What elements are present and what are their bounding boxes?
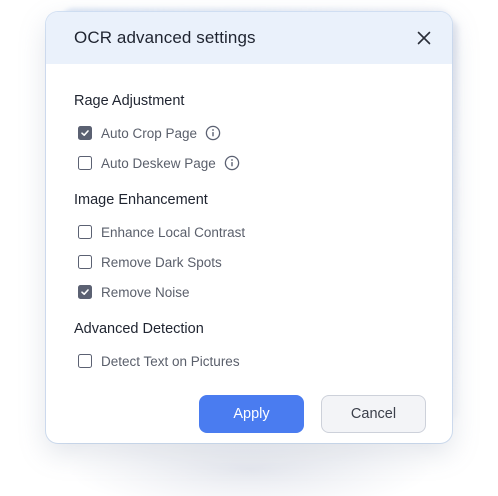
- section-rage-adjustment: Rage Adjustment Auto Crop Page Auto Desk…: [74, 92, 452, 178]
- dialog-title: OCR advanced settings: [74, 28, 256, 47]
- ocr-settings-dialog: OCR advanced settings Rage Adjustment Au: [46, 12, 452, 443]
- stage: OCR advanced settings Rage Adjustment Au: [0, 0, 498, 496]
- remove-dark-spots-checkbox[interactable]: [78, 255, 92, 269]
- section-title: Advanced Detection: [74, 321, 204, 337]
- section-image-enhancement: Image Enhancement Enhance Local Contrast…: [74, 191, 452, 307]
- remove-noise-checkbox[interactable]: [78, 285, 92, 299]
- dialog-footer: Apply Cancel: [199, 395, 426, 433]
- auto-deskew-page-checkbox[interactable]: [78, 156, 92, 170]
- option-label: Enhance Local Contrast: [101, 224, 246, 240]
- cancel-button[interactable]: Cancel: [321, 395, 426, 433]
- dialog-header: OCR advanced settings: [46, 12, 452, 64]
- checkmark-icon: [81, 130, 89, 136]
- dialog-body: Rage Adjustment Auto Crop Page Auto Desk…: [46, 64, 452, 376]
- info-icon[interactable]: [205, 125, 221, 141]
- option-auto-deskew-page[interactable]: Auto Deskew Page: [74, 148, 452, 178]
- checkmark-icon: [81, 289, 89, 295]
- detect-text-on-pictures-checkbox[interactable]: [78, 354, 92, 368]
- section-title: Image Enhancement: [74, 192, 208, 208]
- option-label: Detect Text on Pictures: [101, 353, 240, 369]
- section-advanced-detection: Advanced Detection Detect Text on Pictur…: [74, 320, 452, 376]
- option-detect-text-on-pictures[interactable]: Detect Text on Pictures: [74, 346, 452, 376]
- option-remove-noise[interactable]: Remove Noise: [74, 277, 452, 307]
- option-enhance-local-contrast[interactable]: Enhance Local Contrast: [74, 217, 452, 247]
- option-label: Remove Dark Spots: [101, 254, 222, 270]
- close-icon: [417, 31, 431, 45]
- auto-crop-page-checkbox[interactable]: [78, 126, 92, 140]
- close-button[interactable]: [412, 26, 436, 50]
- option-auto-crop-page[interactable]: Auto Crop Page: [74, 118, 452, 148]
- info-icon[interactable]: [224, 155, 240, 171]
- option-label: Auto Crop Page: [101, 125, 198, 141]
- apply-button[interactable]: Apply: [199, 395, 304, 433]
- option-label: Auto Deskew Page: [101, 155, 216, 171]
- option-remove-dark-spots[interactable]: Remove Dark Spots: [74, 247, 452, 277]
- enhance-local-contrast-checkbox[interactable]: [78, 225, 92, 239]
- option-label: Remove Noise: [101, 284, 190, 300]
- section-title: Rage Adjustment: [74, 93, 185, 109]
